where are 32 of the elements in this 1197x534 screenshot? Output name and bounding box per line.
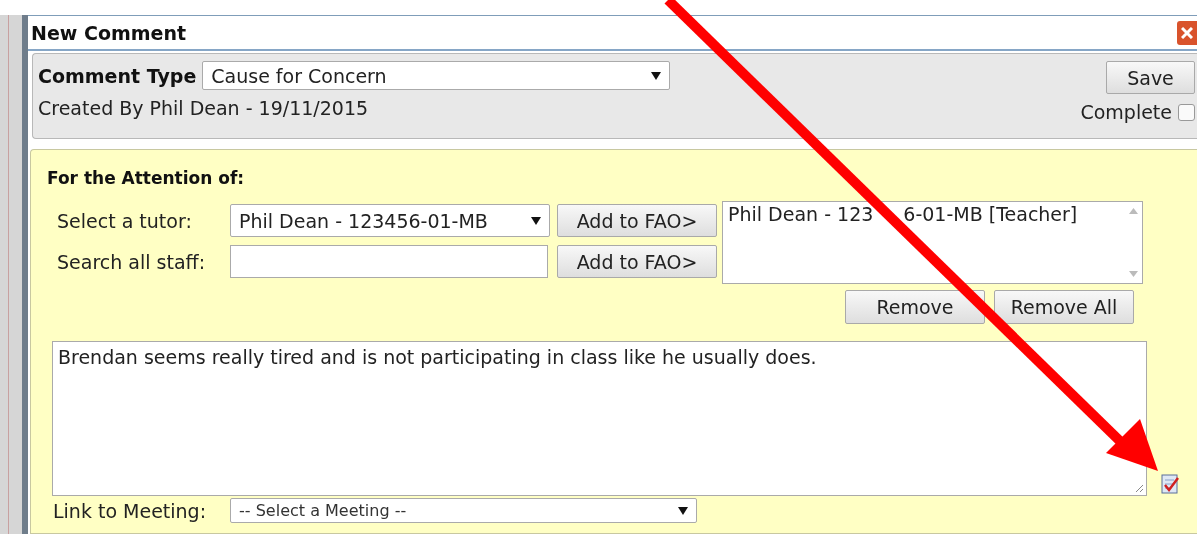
search-staff-field[interactable]: [230, 245, 548, 278]
remove-all-button[interactable]: Remove All: [994, 290, 1134, 324]
recipient-text: 6-01-MB [Teacher]: [903, 203, 1078, 225]
meeting-dropdown[interactable]: -- Select a Meeting --: [230, 498, 698, 523]
recipient-item[interactable]: Phil Dean - 123 6-01-MB [Teacher]: [723, 202, 1083, 226]
comment-type-dropdown[interactable]: Cause for Concern: [202, 61, 671, 90]
save-button[interactable]: Save: [1106, 61, 1195, 94]
remove-button[interactable]: Remove: [845, 290, 985, 324]
close-button[interactable]: [1177, 21, 1197, 45]
close-icon: [1181, 27, 1193, 39]
complete-label: Complete: [1080, 101, 1172, 123]
complete-checkbox[interactable]: [1178, 103, 1195, 121]
created-by-text: Created By Phil Dean - 19/11/2015: [38, 97, 370, 119]
comment-field[interactable]: Brendan seems really tired and is not participating in class like he usually does.: [52, 341, 1147, 496]
meeting-label: Link to Meeting:: [53, 499, 207, 522]
document-check-icon[interactable]: [1161, 474, 1179, 494]
scroll-up-icon[interactable]: [1128, 208, 1138, 214]
dialog-title: New Comment: [31, 21, 187, 44]
add-to-fao-button[interactable]: Add to FAO>: [557, 245, 717, 278]
section-heading: For the Attention of:: [47, 168, 246, 188]
add-to-fao-button[interactable]: Add to FAO>: [557, 204, 717, 237]
scroll-down-icon[interactable]: [1128, 271, 1138, 277]
recipient-list[interactable]: Phil Dean - 123 6-01-MB [Teacher]: [722, 201, 1143, 284]
dropdown-caret-icon: [678, 506, 689, 515]
dropdown-caret-icon: [651, 71, 662, 80]
tutor-dropdown[interactable]: Phil Dean - 123456-01-MB: [230, 204, 550, 237]
resize-grip-icon[interactable]: [1134, 483, 1144, 493]
recipient-text: Phil Dean - 123: [728, 203, 874, 225]
tutor-label: Select a tutor:: [57, 208, 193, 234]
comment-type-label: Comment Type: [38, 64, 197, 87]
search-staff-label: Search all staff:: [57, 249, 207, 275]
dropdown-caret-icon: [531, 216, 541, 225]
